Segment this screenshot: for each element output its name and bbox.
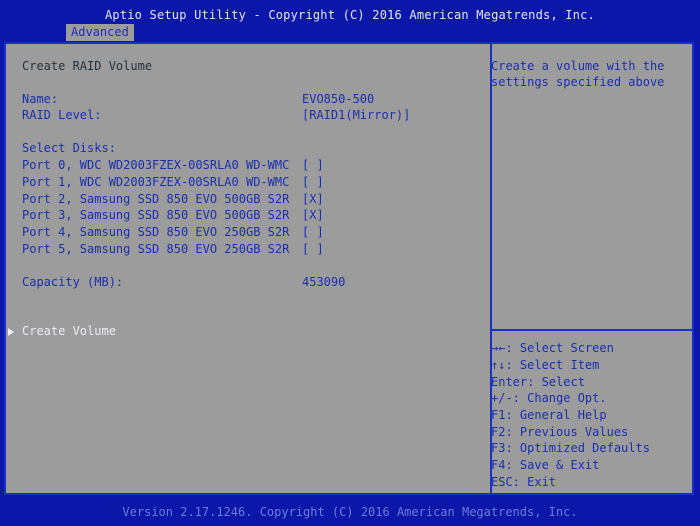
footer-bar: Version 2.17.1246. Copyright (C) 2016 Am…: [0, 497, 700, 526]
disk-port-5-checkbox[interactable]: [ ]: [302, 242, 324, 257]
disk-port-4-label: Port 4, Samsung SSD 850 EVO 250GB S2R: [22, 225, 290, 239]
disk-port-4-checkbox[interactable]: [ ]: [302, 225, 324, 240]
main-panel: Create RAID Volume Name: EVO850-500 RAID…: [4, 42, 694, 495]
help-divider: [492, 329, 692, 331]
name-label: Name:: [22, 92, 59, 106]
title-bar: Aptio Setup Utility - Copyright (C) 2016…: [0, 0, 700, 42]
help-key-select-item: ↑↓: Select Item: [491, 358, 600, 372]
help-description-line-1: Create a volume with the: [491, 59, 665, 73]
help-key-esc: ESC: Exit: [491, 475, 557, 489]
disk-port-3-checkbox[interactable]: [X]: [302, 208, 324, 223]
capacity-label: Capacity (MB):: [22, 275, 124, 289]
disk-port-0-label: Port 0, WDC WD2003FZEX-00SRLA0 WD-WMC: [22, 158, 290, 172]
raid-level-select[interactable]: [RAID1(Mirror)]: [302, 108, 410, 123]
help-key-change-opt: +/-: Change Opt.: [491, 391, 607, 405]
select-disks-label: Select Disks:: [22, 141, 116, 155]
disk-port-5-label: Port 5, Samsung SSD 850 EVO 250GB S2R: [22, 242, 290, 256]
disk-port-0-checkbox[interactable]: [ ]: [302, 158, 324, 173]
help-key-enter: Enter: Select: [491, 375, 585, 389]
help-key-f1: F1: General Help: [491, 408, 607, 422]
disk-port-2-label: Port 2, Samsung SSD 850 EVO 500GB S2R: [22, 192, 290, 206]
selection-arrow-icon: [8, 328, 14, 336]
section-title: Create RAID Volume: [22, 59, 153, 73]
disk-port-3-label: Port 3, Samsung SSD 850 EVO 500GB S2R: [22, 208, 290, 222]
capacity-value: 453090: [302, 275, 346, 289]
disk-port-2-checkbox[interactable]: [X]: [302, 192, 324, 207]
help-key-select-screen: →←: Select Screen: [491, 341, 614, 355]
help-key-f4: F4: Save & Exit: [491, 458, 600, 472]
raid-level-label: RAID Level:: [22, 108, 102, 122]
help-key-f3: F3: Optimized Defaults: [491, 441, 650, 455]
app-title: Aptio Setup Utility - Copyright (C) 2016…: [104, 8, 596, 22]
help-description-line-2: settings specified above: [491, 75, 665, 89]
footer-version-text: Version 2.17.1246. Copyright (C) 2016 Am…: [122, 505, 578, 519]
name-field[interactable]: EVO850-500: [302, 92, 374, 107]
help-key-f2: F2: Previous Values: [491, 425, 629, 439]
create-volume-item[interactable]: Create Volume: [22, 324, 116, 339]
disk-port-1-label: Port 1, WDC WD2003FZEX-00SRLA0 WD-WMC: [22, 175, 290, 189]
disk-port-1-checkbox[interactable]: [ ]: [302, 175, 324, 190]
tab-advanced[interactable]: Advanced: [66, 24, 134, 41]
